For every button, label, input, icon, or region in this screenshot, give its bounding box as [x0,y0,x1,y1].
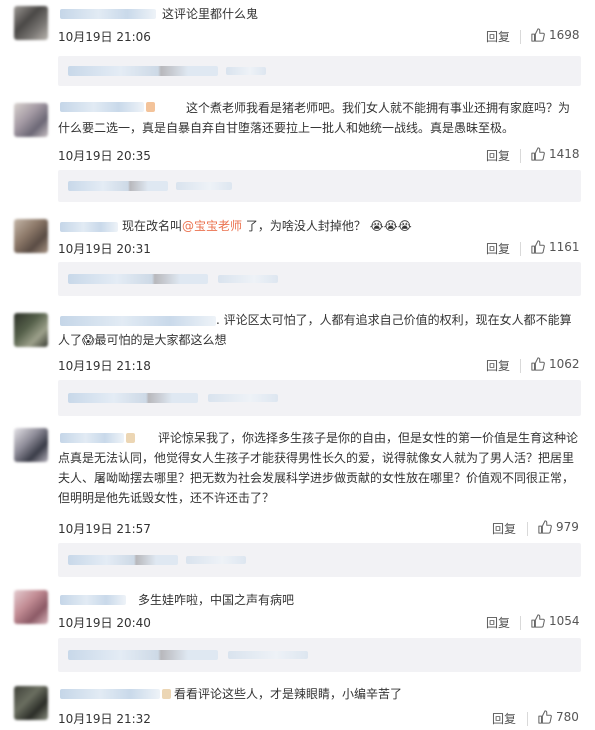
thumbs-up-icon [531,357,545,371]
divider [520,242,521,256]
divider [527,712,528,726]
like-count: 1698 [549,28,580,42]
reply-button[interactable]: 回复 [492,520,516,537]
comment-date: 10月19日 20:40 [58,616,151,630]
username-blurred[interactable] [60,689,160,699]
reply-button[interactable]: 回复 [492,710,516,727]
like-button[interactable]: 1161 [531,240,580,254]
like-count: 780 [556,710,579,724]
comment-text: 这个煮老师我看是猪老师吧。我们女人就不能拥有事业还拥有家庭吗？为什么要二选一，真… [58,101,571,135]
like-button[interactable]: 1418 [531,147,580,161]
like-button[interactable]: 1698 [531,28,580,42]
avatar[interactable] [14,6,48,40]
avatar[interactable] [14,103,48,137]
thumbs-up-icon [538,710,552,724]
reply-button[interactable]: 回复 [486,357,510,374]
like-count: 1062 [549,357,580,371]
comment-text: 这评论里都什么鬼 [162,7,259,21]
thumbs-up-icon [531,614,545,628]
sub-comment-preview[interactable] [58,638,581,672]
thumbs-up-icon [531,147,545,161]
reply-button[interactable]: 回复 [486,240,510,257]
comment-date: 10月19日 20:31 [58,242,151,256]
comment-date: 10月19日 20:35 [58,149,151,163]
divider [527,522,528,536]
avatar[interactable] [14,219,48,253]
username-blurred[interactable] [60,222,118,232]
reply-button[interactable]: 回复 [486,28,510,45]
like-button[interactable]: 979 [538,520,579,534]
comment-text: 现在改名叫@宝宝老师 了，为啥没人封掉他？ 😭😭😭 [122,219,412,233]
comment-date: 10月19日 21:06 [58,30,151,44]
divider [520,359,521,373]
avatar[interactable] [14,590,48,624]
username-blurred[interactable] [60,9,156,19]
divider [520,616,521,630]
comment-text: . 评论区太可怕了，人都有追求自己价值的权利，现在女人都不能算人了😱最可怕的是大… [58,313,572,347]
like-count: 1054 [549,614,580,628]
reply-button[interactable]: 回复 [486,614,510,631]
sub-comment-preview[interactable] [58,262,581,296]
like-count: 979 [556,520,579,534]
like-button[interactable]: 1062 [531,357,580,371]
divider [520,149,521,163]
comment-date: 10月19日 21:32 [58,712,151,726]
sub-comment-preview[interactable] [58,543,581,577]
comment-date: 10月19日 21:57 [58,522,151,536]
username-blurred[interactable] [60,595,126,605]
sub-comment-preview[interactable] [58,56,581,86]
comment-date: 10月19日 21:18 [58,359,151,373]
sub-comment-preview[interactable] [58,170,581,202]
comment-text: 多生娃咋啦，中国之声有病吧 [138,593,295,607]
scared-emoji: 😱 [82,333,95,347]
comment-text: 评论惊呆我了，你选择多生孩子是你的自由，但是女性的第一价值是生育这种论点真是无法… [58,431,579,505]
reply-button[interactable]: 回复 [486,147,510,164]
like-count: 1418 [549,147,580,161]
username-badge [162,689,171,699]
comment-text: 看看评论这些人，才是辣眼睛，小编辛苦了 [174,687,403,701]
like-button[interactable]: 780 [538,710,579,724]
avatar[interactable] [14,686,48,720]
sub-comment-preview[interactable] [58,380,581,416]
divider [520,30,521,44]
thumbs-up-icon [531,240,545,254]
like-count: 1161 [549,240,580,254]
like-button[interactable]: 1054 [531,614,580,628]
avatar[interactable] [14,428,48,462]
avatar[interactable] [14,313,48,347]
thumbs-up-icon [531,28,545,42]
thumbs-up-icon [538,520,552,534]
crying-emoji: 😭😭😭 [369,219,412,233]
mention-link[interactable]: @宝宝老师 [182,219,242,233]
